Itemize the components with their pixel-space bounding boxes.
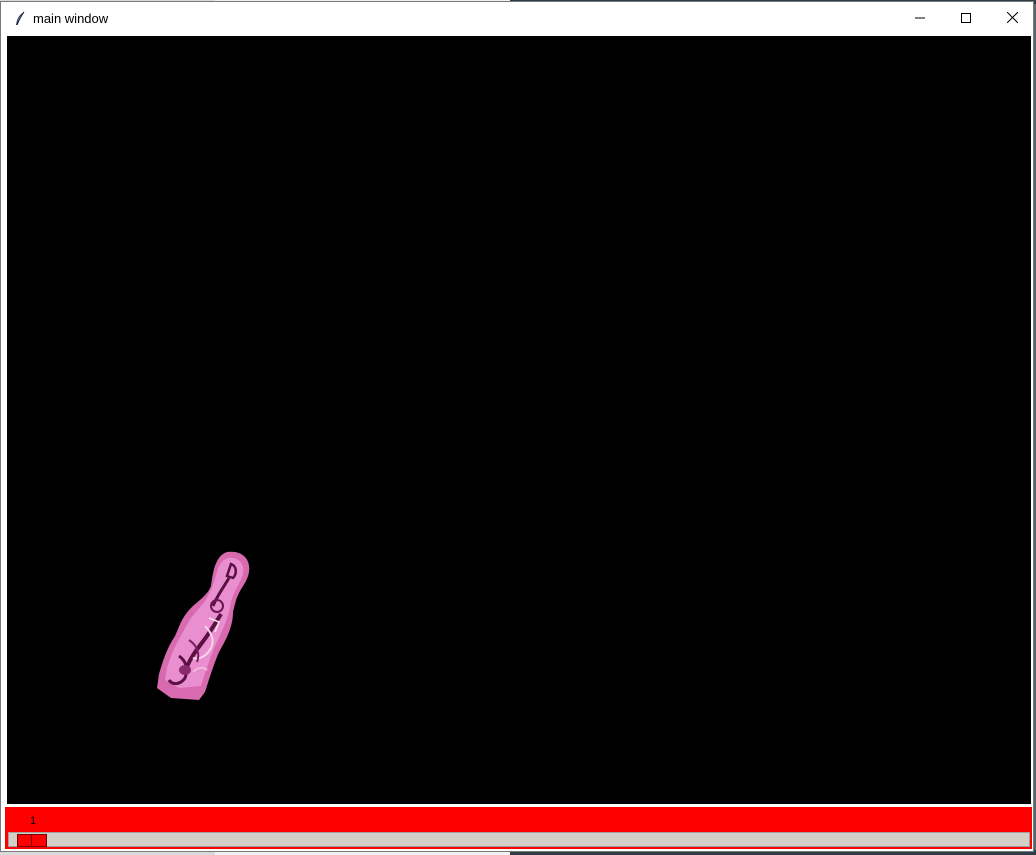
close-button[interactable] [989,2,1035,35]
window-title: main window [33,11,109,26]
maximize-button[interactable] [943,2,989,35]
frame-controls: 1 [5,807,1032,849]
frame-slider[interactable] [8,832,1030,847]
close-icon [1006,10,1018,28]
maximize-icon [961,10,971,28]
image-canvas[interactable] [7,36,1031,804]
minimize-icon [915,10,925,28]
main-window: main window 1 [0,1,1034,852]
feather-icon [13,11,27,27]
frame-value-label: 1 [30,815,37,827]
minimize-button[interactable] [897,2,943,35]
pink-sprite-image [157,551,250,700]
title-bar[interactable]: main window [1,2,1033,35]
frame-slider-handle[interactable] [17,834,47,847]
